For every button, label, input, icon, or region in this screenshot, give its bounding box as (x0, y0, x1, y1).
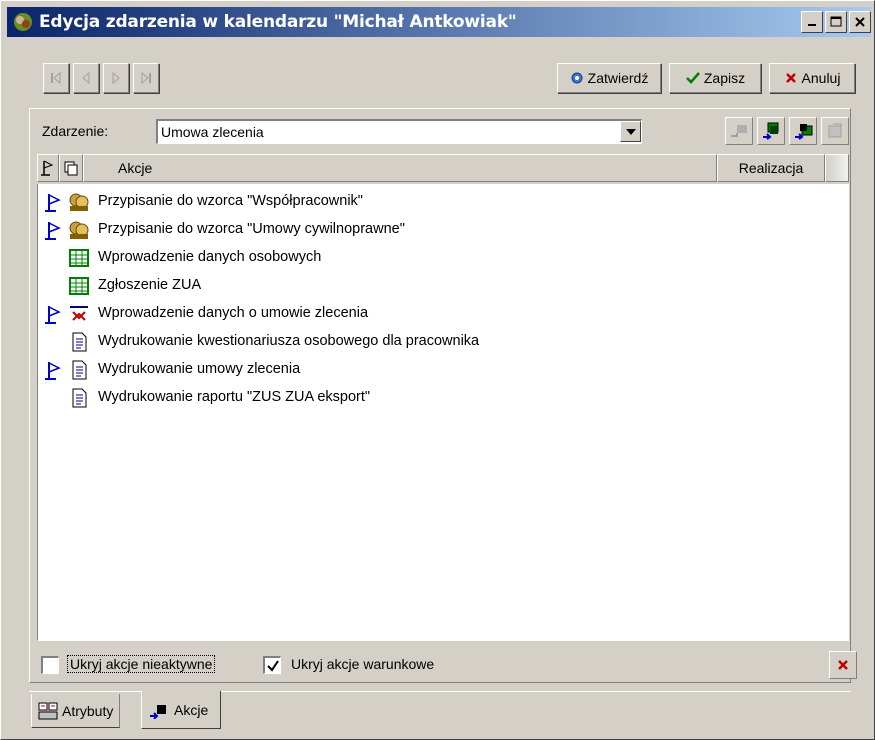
header-type-column[interactable] (59, 154, 83, 182)
properties-disabled-icon (828, 123, 842, 138)
delete-icon (838, 660, 848, 670)
actions-column-label: Akcje (118, 160, 153, 176)
actions-list[interactable]: Przypisanie do wzorca "Współpracownik" P… (37, 184, 849, 641)
header-flag-column[interactable] (37, 154, 59, 182)
grid-icon (69, 249, 89, 267)
event-label: Zdarzenie: (42, 123, 109, 139)
app-icon (14, 13, 32, 31)
copy-icon (64, 161, 78, 176)
chevron-down-icon (625, 128, 636, 135)
header-filler (825, 154, 849, 182)
event-dropdown-button[interactable] (620, 121, 641, 142)
move-down-icon (795, 124, 813, 140)
list-item-text: Wydrukowanie raportu "ZUS ZUA eksport" (98, 389, 371, 405)
delete-action-button[interactable] (829, 651, 857, 679)
cancel-label: Anuluj (801, 70, 841, 86)
tab-attributes-label: Atrybuty (62, 702, 114, 719)
cancel-button[interactable]: Anuluj (769, 63, 855, 93)
save-label: Zapisz (703, 70, 746, 86)
people-icon (69, 221, 89, 239)
list-item-text: Wydrukowanie kwestionariusza osobowego d… (98, 333, 480, 349)
maximize-icon (830, 16, 842, 27)
header-realization-column[interactable]: Realizacja (717, 154, 825, 182)
window-title: Edycja zdarzenia w kalendarzu "Michał An… (39, 12, 517, 32)
tab-actions[interactable]: Akcje (141, 691, 222, 729)
properties-button[interactable] (821, 117, 849, 145)
hide-conditional-label[interactable]: Ukryj akcje warunkowe (291, 656, 434, 672)
list-item-text: Zgłoszenie ZUA (98, 277, 202, 293)
confirm-button[interactable]: Zatwierdź (557, 63, 661, 93)
first-icon (51, 71, 61, 85)
cancel-icon (785, 73, 796, 83)
list-item-text: Wprowadzenie danych osobowych (98, 249, 322, 265)
first-record-button[interactable] (43, 63, 69, 93)
next-record-button[interactable] (103, 63, 129, 93)
previous-record-button[interactable] (73, 63, 99, 93)
flag-icon (45, 306, 61, 324)
title-bar[interactable]: Edycja zdarzenia w kalendarzu "Michał An… (7, 7, 871, 37)
close-icon (855, 17, 865, 27)
grid-icon (69, 277, 89, 295)
hide-inactive-checkbox[interactable] (41, 656, 59, 674)
header-actions-column[interactable]: Akcje (83, 154, 717, 182)
minimize-icon (808, 24, 816, 26)
hide-conditional-checkbox[interactable] (263, 656, 281, 674)
list-item-text: Wydrukowanie umowy zlecenia (98, 361, 301, 377)
last-record-button[interactable] (133, 63, 159, 93)
list-item-text: Wprowadzenie danych o umowie zlecenia (98, 305, 369, 321)
attributes-icon (38, 702, 58, 719)
checkmark-icon (685, 72, 700, 84)
hide-inactive-label[interactable]: Ukryj akcje nieaktywne (67, 655, 216, 673)
save-button[interactable]: Zapisz (669, 63, 761, 93)
realization-column-label: Realizacja (738, 160, 804, 176)
list-item-text: Przypisanie do wzorca "Współpracownik" (98, 193, 363, 209)
tab-attributes[interactable]: Atrybuty (31, 694, 121, 728)
move-disabled-icon (731, 125, 747, 137)
flag-icon (45, 362, 61, 380)
close-button[interactable] (849, 11, 871, 33)
check-icon (266, 659, 279, 672)
next-icon (112, 71, 120, 85)
tab-actions-label: Akcje (174, 701, 209, 718)
people-icon (69, 193, 89, 211)
last-icon (141, 71, 151, 85)
event-value: Umowa zlecenia (161, 124, 264, 140)
event-select[interactable]: Umowa zlecenia (156, 119, 642, 144)
transfer-icon (70, 306, 88, 321)
move-up-button[interactable] (757, 117, 785, 145)
flag-icon (45, 194, 61, 212)
minimize-button[interactable] (801, 11, 823, 33)
move-up-icon (763, 122, 779, 140)
document-icon (72, 332, 87, 352)
dialog-window: Edycja zdarzenia w kalendarzu "Michał An… (0, 0, 875, 740)
maximize-button[interactable] (825, 11, 847, 33)
list-header: Akcje Realizacja (37, 154, 849, 184)
move-left-button[interactable] (725, 117, 753, 145)
document-icon (72, 360, 87, 380)
confirm-label: Zatwierdź (587, 70, 649, 86)
document-icon (72, 388, 87, 408)
move-down-button[interactable] (789, 117, 817, 145)
actions-icon (150, 704, 166, 719)
previous-icon (82, 71, 90, 85)
flag-icon (41, 160, 54, 176)
flag-icon (45, 222, 61, 240)
list-item-text: Przypisanie do wzorca "Umowy cywilnopraw… (98, 221, 405, 237)
confirm-icon (571, 72, 583, 84)
